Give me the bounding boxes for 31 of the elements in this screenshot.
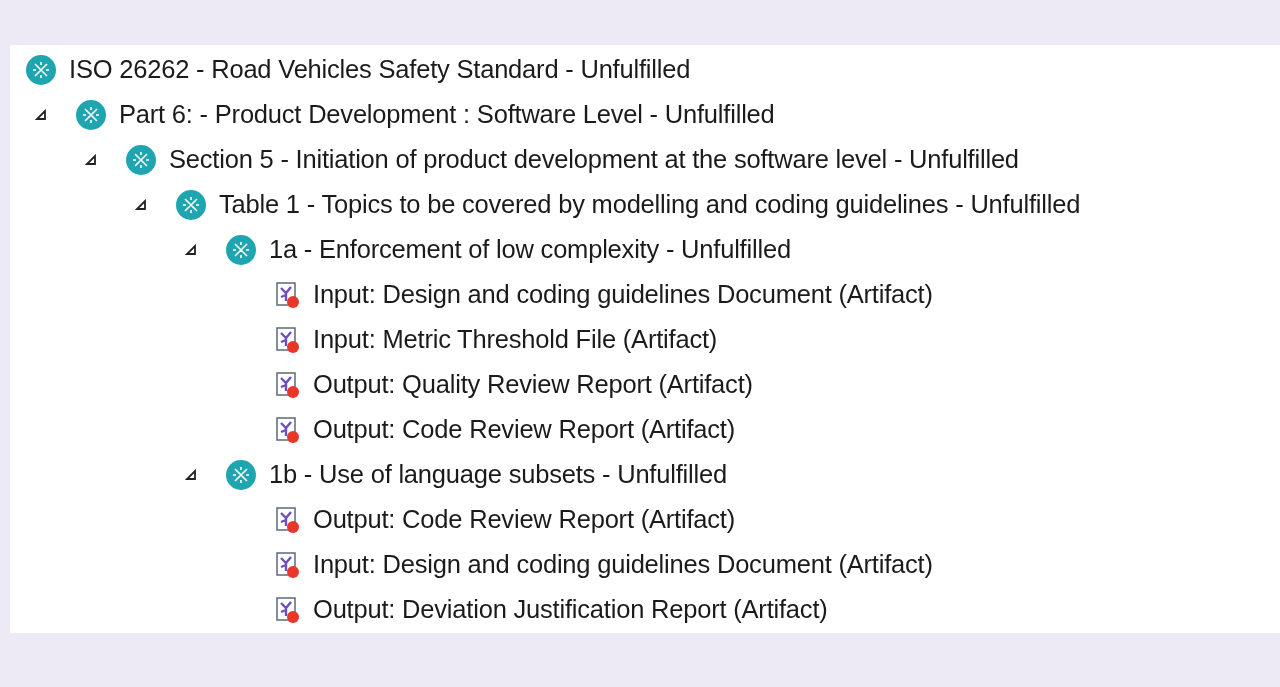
expand-toggle[interactable] <box>185 468 197 481</box>
requirement-icon <box>25 53 57 86</box>
tree-item-label[interactable]: Output: Quality Review Report (Artifact) <box>313 365 753 404</box>
tree-item-label[interactable]: ISO 26262 - Road Vehicles Safety Standard - Unfulfilled <box>69 50 691 89</box>
expand-toggle[interactable] <box>85 153 97 166</box>
tree-item-label[interactable]: Output: Code Review Report (Artifact) <box>313 410 736 449</box>
tree-item-label[interactable]: Table 1 - Topics to be covered by modelling and coding guidelines - Unfulfilled <box>219 185 1081 224</box>
tree-item-label[interactable]: Section 5 - Initiation of product development at the software level - Unfulfilled <box>169 140 1019 179</box>
tree-item-label[interactable]: Input: Metric Threshold File (Artifact) <box>313 320 718 359</box>
tree-item-label[interactable]: Output: Code Review Report (Artifact) <box>313 500 736 539</box>
requirement-icon <box>225 233 257 266</box>
expand-toggle[interactable] <box>135 198 147 211</box>
tree-item-label[interactable]: Part 6: - Product Development : Software Level - Unfulfilled <box>119 95 775 134</box>
tree-item-label[interactable]: Input: Design and coding guidelines Document (Artifact) <box>313 545 933 584</box>
artifact-icon <box>275 595 301 624</box>
artifact-icon <box>275 280 301 309</box>
tree-item-label[interactable]: 1b - Use of language subsets - Unfulfilled <box>269 455 727 494</box>
tree-item-label[interactable]: Input: Design and coding guidelines Document (Artifact) <box>313 275 933 314</box>
artifact-icon <box>275 550 301 579</box>
requirement-icon <box>175 188 207 221</box>
expand-toggle[interactable] <box>35 108 47 121</box>
requirement-icon <box>225 458 257 491</box>
artifact-icon <box>275 415 301 444</box>
artifact-icon <box>275 505 301 534</box>
requirement-icon <box>125 143 157 176</box>
artifact-icon <box>275 325 301 354</box>
requirement-icon <box>75 98 107 131</box>
expand-toggle[interactable] <box>185 243 197 256</box>
artifact-icon <box>275 370 301 399</box>
tree-item-label[interactable]: Output: Deviation Justification Report (Artifact) <box>313 590 828 629</box>
tree-item-label[interactable]: 1a - Enforcement of low complexity - Unfulfilled <box>269 230 791 269</box>
